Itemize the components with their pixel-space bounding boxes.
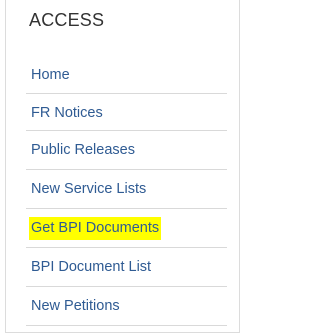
sidebar-item-label: Home [31,67,70,83]
sidebar-item-new-service-lists[interactable]: New Service Lists [26,170,227,209]
sidebar-item-label-highlighted: Get BPI Documents [29,217,162,240]
sidebar-item-label: BPI Document List [31,259,152,275]
sidebar-item-label: Public Releases [31,142,135,158]
sidebar-item-bpi-document-list[interactable]: BPI Document List [26,248,227,287]
sidebar-nav: Home FR Notices Public Releases New Serv… [26,57,227,326]
sidebar-item-home[interactable]: Home [26,57,227,94]
sidebar-title: ACCESS [29,10,105,30]
sidebar-item-get-bpi-documents[interactable]: Get BPI Documents [26,209,227,248]
sidebar-item-label: FR Notices [31,105,103,121]
sidebar-item-new-petitions[interactable]: New Petitions [26,287,227,326]
sidebar-item-label: New Service Lists [31,181,147,197]
sidebar-item-public-releases[interactable]: Public Releases [26,131,227,170]
sidebar-item-fr-notices[interactable]: FR Notices [26,94,227,131]
sidebar-item-label: New Petitions [31,298,120,314]
access-sidebar: ACCESS Home FR Notices Public Releases N… [5,0,240,333]
